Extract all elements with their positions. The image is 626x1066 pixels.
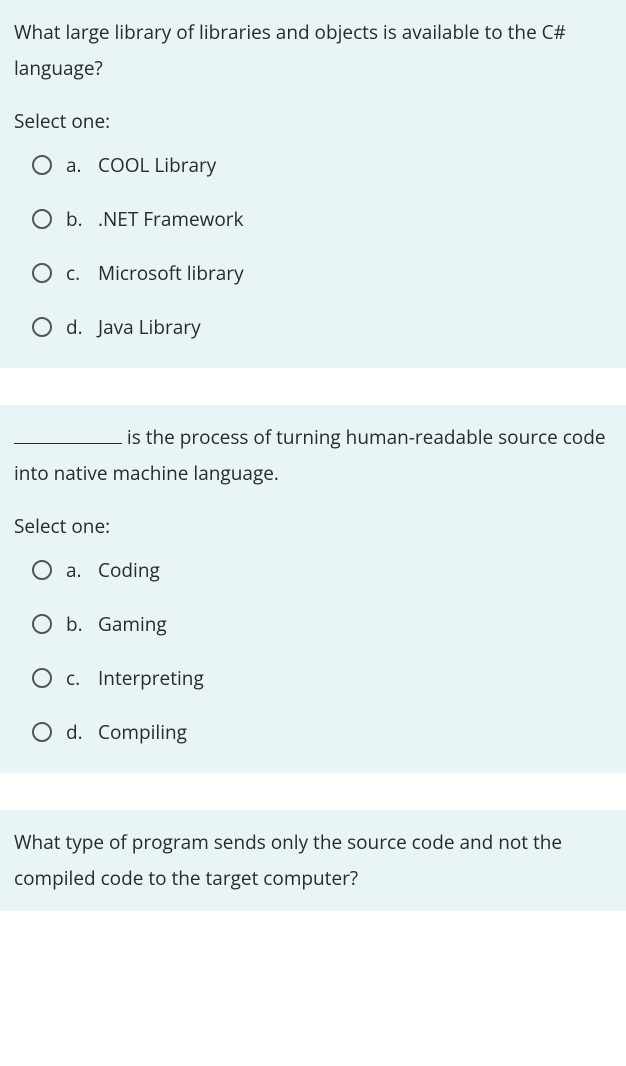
radio-option-b[interactable] (32, 614, 52, 634)
option-letter: d. (66, 314, 92, 340)
radio-option-c[interactable] (32, 263, 52, 283)
option-row: b. .NET Framework (32, 206, 612, 232)
question-text: is the process of turning human-readable… (14, 419, 612, 491)
radio-option-a[interactable] (32, 155, 52, 175)
divider-gap (0, 774, 626, 810)
select-prompt: Select one: (14, 513, 612, 539)
radio-option-d[interactable] (32, 317, 52, 337)
question-block: is the process of turning human-readable… (0, 405, 626, 774)
option-label: .NET Framework (98, 206, 244, 232)
option-row: d. Java Library (32, 314, 612, 340)
option-label: Compiling (98, 719, 187, 745)
option-label: Coding (98, 557, 160, 583)
question-block: What large library of libraries and obje… (0, 0, 626, 369)
option-label: Microsoft library (98, 260, 244, 286)
radio-option-b[interactable] (32, 209, 52, 229)
option-row: a. COOL Library (32, 152, 612, 178)
radio-option-a[interactable] (32, 560, 52, 580)
option-label: Java Library (98, 314, 201, 340)
option-label: COOL Library (98, 152, 216, 178)
select-prompt: Select one: (14, 108, 612, 134)
question-text: What type of program sends only the sour… (14, 824, 612, 896)
option-row: c. Microsoft library (32, 260, 612, 286)
option-row: d. Compiling (32, 719, 612, 745)
option-letter: a. (66, 557, 92, 583)
radio-option-c[interactable] (32, 668, 52, 688)
option-letter: b. (66, 206, 92, 232)
option-row: b. Gaming (32, 611, 612, 637)
question-text-content: is the process of turning human-readable… (14, 424, 606, 486)
question-block: What type of program sends only the sour… (0, 810, 626, 911)
option-row: c. Interpreting (32, 665, 612, 691)
option-letter: c. (66, 260, 92, 286)
option-letter: d. (66, 719, 92, 745)
question-text: What large library of libraries and obje… (14, 14, 612, 86)
option-label: Interpreting (98, 665, 204, 691)
options-list: a. Coding b. Gaming c. Interpreting d. C… (14, 557, 612, 745)
option-letter: b. (66, 611, 92, 637)
divider-gap (0, 369, 626, 405)
options-list: a. COOL Library b. .NET Framework c. Mic… (14, 152, 612, 340)
fill-blank (14, 443, 122, 444)
option-letter: c. (66, 665, 92, 691)
option-row: a. Coding (32, 557, 612, 583)
option-label: Gaming (98, 611, 167, 637)
option-letter: a. (66, 152, 92, 178)
radio-option-d[interactable] (32, 722, 52, 742)
